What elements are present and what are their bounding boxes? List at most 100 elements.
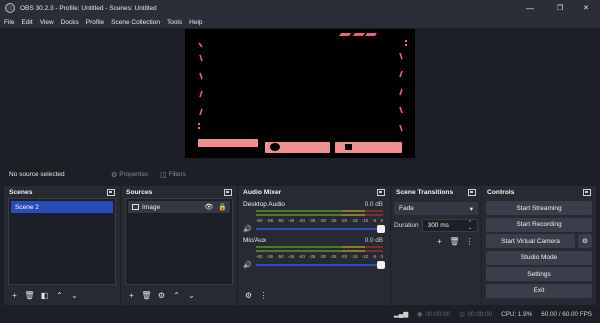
undock-icon[interactable] (583, 188, 591, 196)
remove-source-button[interactable]: 🗑 (140, 289, 153, 302)
menu-edit[interactable]: Edit (21, 19, 32, 26)
start-virtual-camera-button[interactable]: Start Virtual Camera (486, 234, 575, 249)
audio-menu-button[interactable]: ⋮ (257, 289, 270, 302)
gear-icon: ⚙ (244, 290, 253, 300)
controls-dock: Controls Start Streaming Start Recording… (482, 186, 596, 305)
menu-tools[interactable]: Tools (167, 19, 182, 26)
undock-icon[interactable] (224, 188, 232, 196)
scene-filters-button[interactable]: ◧ (38, 289, 51, 302)
channel-db: 0.0 dB (364, 201, 383, 208)
controls-title: Controls (487, 188, 515, 196)
menu-profile[interactable]: Profile (86, 19, 104, 26)
source-toolbar: No source selected ⚙ Properties ◫ Filter… (0, 166, 600, 183)
no-source-label: No source selected (9, 171, 65, 178)
speaker-icon[interactable]: 🔊 (243, 261, 252, 269)
move-scene-up-button[interactable]: ⌃ (53, 289, 66, 302)
menu-file[interactable]: File (4, 19, 14, 26)
record-status: ◎ 00:00:00 (459, 311, 492, 318)
record-icon: ◎ (459, 311, 465, 318)
channel-name: Mic/Aux (243, 237, 267, 244)
window-title: OBS 30.2.3 - Profile: Untitled - Scenes:… (20, 4, 157, 12)
volume-slider-handle[interactable] (377, 261, 385, 269)
move-source-up-button[interactable]: ⌃ (170, 289, 183, 302)
move-scene-down-button[interactable]: ⌄ (68, 289, 81, 302)
duration-input[interactable]: 300 ms ⌃ ⌄ (421, 219, 478, 232)
filter-icon: ◧ (40, 290, 49, 300)
undock-icon[interactable] (377, 188, 385, 196)
more-vertical-icon: ⋮ (259, 290, 268, 300)
undock-icon[interactable] (468, 188, 476, 196)
trash-icon: 🗑 (141, 290, 152, 300)
volume-meter (256, 250, 383, 252)
exit-button[interactable]: Exit (486, 283, 592, 298)
remove-transition-button[interactable]: 🗑 (448, 235, 461, 248)
scene-transitions-title: Scene Transitions (396, 188, 454, 196)
signal-icon: ▂▄▆ (393, 311, 409, 318)
add-source-button[interactable]: + (125, 289, 138, 302)
gear-icon: ⚙ (582, 238, 588, 246)
volume-slider[interactable] (256, 225, 385, 233)
source-properties-button[interactable]: ⚙ (155, 289, 168, 302)
filters-label: Filters (168, 171, 186, 178)
move-source-down-button[interactable]: ⌄ (185, 289, 198, 302)
trash-icon: 🗑 (449, 237, 460, 246)
maximize-button[interactable]: ❐ (546, 0, 574, 16)
obs-logo-icon (5, 3, 15, 13)
stream-status: ◉ 00:00:00 (417, 311, 450, 318)
volume-meter (256, 210, 383, 212)
remove-scene-button[interactable]: 🗑 (23, 289, 36, 302)
chevron-down-icon: ▾ (469, 205, 473, 213)
sources-dock: Sources Image 👁 🔒 + 🗑 ⚙ ⌃ ⌄ (121, 186, 237, 305)
start-recording-button[interactable]: Start Recording (486, 217, 592, 232)
scenes-dock: Scenes Scene 2 + 🗑 ◧ ⌃ ⌄ (4, 186, 120, 305)
channel-db: 0.0 dB (364, 237, 383, 244)
fps-readout: 60.00 / 60.00 FPS (541, 311, 592, 318)
close-button[interactable]: ✕ (572, 0, 600, 16)
duration-label: Duration (394, 222, 419, 229)
scene-item[interactable]: Scene 2 (11, 201, 113, 213)
scenes-list: Scene 2 (8, 198, 116, 285)
undock-icon[interactable] (107, 188, 115, 196)
preview-canvas[interactable] (185, 29, 415, 158)
channel-name: Desktop Audio (243, 201, 285, 208)
menu-view[interactable]: View (40, 19, 54, 26)
more-vertical-icon: ⋮ (465, 237, 474, 246)
record-time: 00:00:00 (467, 311, 493, 318)
sources-list: Image 👁 🔒 (125, 198, 233, 285)
audio-channels: Desktop Audio 0.0 dB -60 -55 -50 -45 -40 -35-… (240, 198, 388, 270)
menu-help[interactable]: Help (189, 19, 202, 26)
image-icon (132, 204, 139, 210)
speaker-icon[interactable]: 🔊 (243, 225, 252, 233)
audio-settings-button[interactable]: ⚙ (242, 289, 255, 302)
menu-scene-collection[interactable]: Scene Collection (111, 19, 160, 26)
filter-icon: ◫ (159, 171, 167, 179)
studio-mode-button[interactable]: Studio Mode (486, 250, 592, 265)
chevron-down-icon: ⌄ (71, 290, 78, 300)
eye-icon[interactable]: 👁 (204, 203, 213, 211)
transition-menu-button[interactable]: ⋮ (463, 235, 476, 248)
spin-arrows-icon[interactable]: ⌃ ⌄ (468, 220, 472, 231)
volume-slider-handle[interactable] (377, 225, 385, 233)
cpu-usage: CPU: 1.9% (501, 311, 533, 318)
gear-icon: ⚙ (111, 171, 118, 179)
lock-icon[interactable]: 🔒 (218, 203, 227, 211)
sources-title: Sources (126, 188, 153, 196)
volume-slider[interactable] (256, 261, 385, 269)
start-streaming-button[interactable]: Start Streaming (486, 201, 592, 215)
source-item[interactable]: Image 👁 🔒 (128, 201, 230, 213)
trash-icon: 🗑 (24, 290, 35, 300)
chevron-up-icon: ⌃ (56, 290, 63, 300)
minimize-button[interactable]: — (516, 0, 544, 16)
transition-select[interactable]: Fade ▾ (394, 202, 478, 215)
properties-button[interactable]: ⚙ Properties (107, 168, 152, 181)
stream-icon: ◉ (417, 311, 423, 318)
meter-scale: -60 -55 -50 -45 -40 -35 -30 -25 -20 -15 -10 -5 0 (256, 254, 383, 259)
add-scene-button[interactable]: + (8, 289, 21, 302)
filters-button[interactable]: ◫ Filters (156, 168, 190, 181)
virtual-camera-settings-button[interactable]: ⚙ (578, 234, 592, 249)
volume-meter (256, 246, 383, 248)
settings-button[interactable]: Settings (486, 267, 592, 282)
menu-docks[interactable]: Docks (61, 19, 79, 26)
audio-mixer-title: Audio Mixer (243, 188, 282, 196)
add-transition-button[interactable]: + (433, 235, 446, 248)
